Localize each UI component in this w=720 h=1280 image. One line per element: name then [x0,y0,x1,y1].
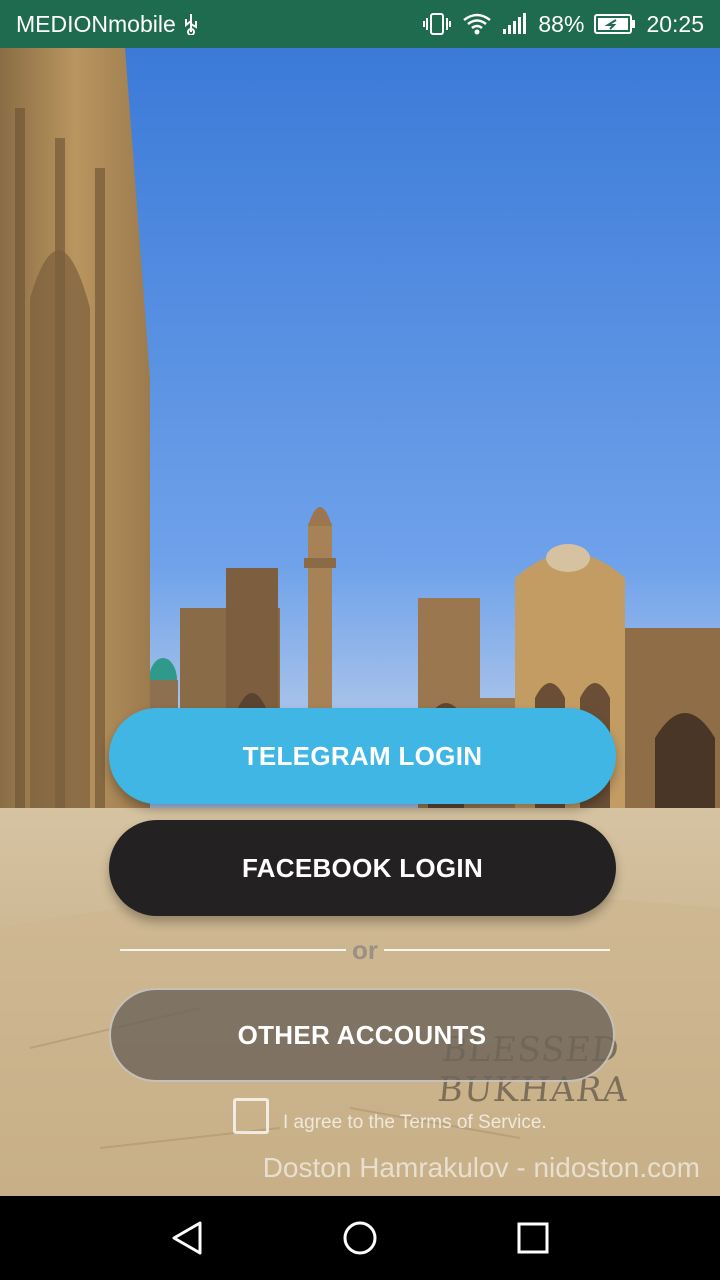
vibrate-icon [422,12,452,36]
signal-icon [502,13,528,35]
other-accounts-button[interactable]: OTHER ACCOUNTS [109,988,615,1082]
usb-icon [182,13,200,35]
back-icon[interactable] [157,1208,217,1268]
battery-percent: 88% [538,10,585,37]
status-icons: 88% 20:25 [422,11,704,38]
recents-icon[interactable] [503,1208,563,1268]
wifi-icon [462,12,492,36]
carrier-name: MEDIONmobile [16,10,176,37]
clock: 20:25 [646,10,704,37]
divider-line-left [120,949,346,951]
home-icon[interactable] [330,1208,390,1268]
navigation-bar [0,1196,720,1280]
divider-text: or [352,934,378,965]
or-divider: or [120,934,610,966]
status-bar: MEDIONmobile 88% 20:25 [0,0,720,48]
facebook-login-button[interactable]: FACEBOOK LOGIN [109,820,616,916]
carrier-group: MEDIONmobile [16,11,200,38]
telegram-login-button[interactable]: TELEGRAM LOGIN [109,708,616,804]
terms-row[interactable]: I agree to the Terms of Service. [233,1098,547,1134]
terms-checkbox[interactable] [233,1098,269,1134]
battery-icon [594,13,636,35]
divider-line-right [384,949,610,951]
terms-label[interactable]: I agree to the Terms of Service. [283,1112,547,1134]
credit-text: Doston Hamrakulov - nidoston.com [262,1152,700,1183]
